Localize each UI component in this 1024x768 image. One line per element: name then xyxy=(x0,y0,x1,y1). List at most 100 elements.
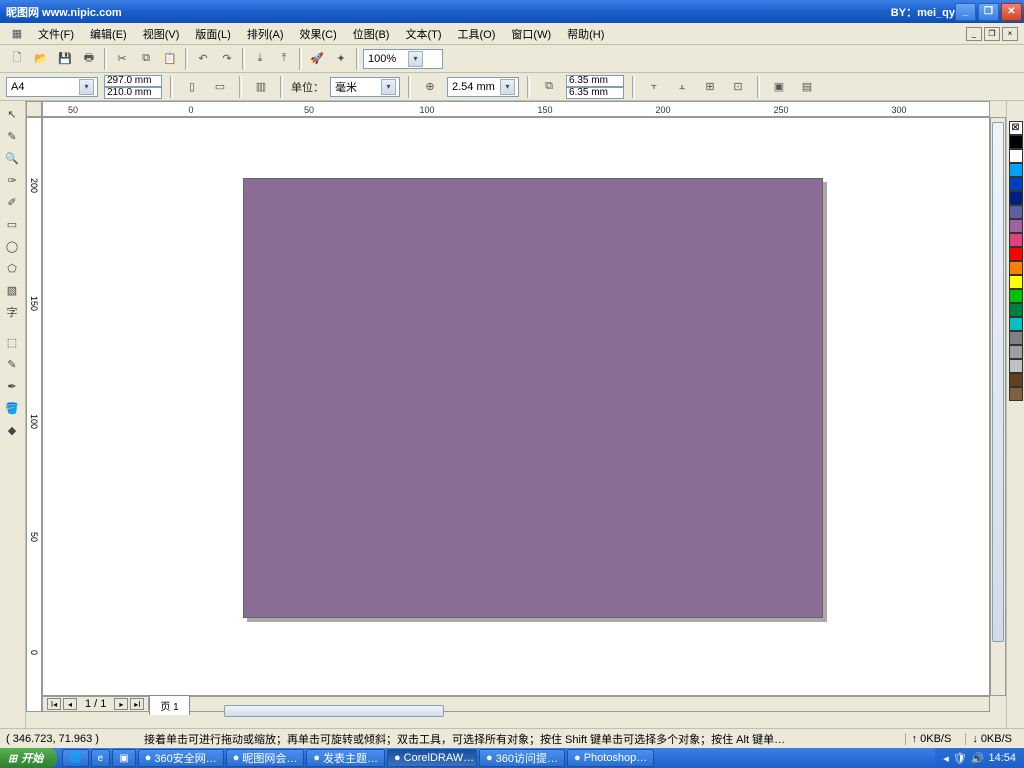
no-fill-swatch[interactable]: ⊠ xyxy=(1009,121,1023,135)
color-swatch[interactable] xyxy=(1009,177,1023,191)
zoom-tool[interactable]: 🔍 xyxy=(0,147,24,169)
taskbar-item[interactable]: ●昵图网会… xyxy=(226,749,305,767)
chevron-down-icon[interactable]: ▾ xyxy=(79,79,94,95)
export-icon[interactable]: ⤒ xyxy=(273,48,295,70)
portrait-icon[interactable]: ▯ xyxy=(181,76,203,98)
pages-icon[interactable]: ▥ xyxy=(250,76,272,98)
menu-A[interactable]: 排列(A) xyxy=(239,24,292,44)
tray-icon[interactable]: 🔊 xyxy=(971,752,985,765)
menu-W[interactable]: 窗口(W) xyxy=(503,24,559,44)
zoom-combo[interactable]: ▾ xyxy=(363,49,443,69)
mdi-minimize[interactable]: _ xyxy=(966,27,982,41)
color-swatch[interactable] xyxy=(1009,317,1023,331)
color-swatch[interactable] xyxy=(1009,205,1023,219)
text-tool[interactable]: 字 xyxy=(0,301,24,323)
app-launch-icon[interactable]: 🚀 xyxy=(306,48,328,70)
drawing-canvas[interactable] xyxy=(42,117,990,696)
basic-shapes-tool[interactable]: ▧ xyxy=(0,279,24,301)
nudge-input[interactable]: ▾ xyxy=(447,77,519,97)
snap3-icon[interactable]: ⊞ xyxy=(699,76,721,98)
open-icon[interactable]: 📂 xyxy=(30,48,52,70)
unit-input[interactable] xyxy=(335,81,381,93)
unit-combo[interactable]: ▾ xyxy=(330,77,400,97)
snap4-icon[interactable]: ⊡ xyxy=(727,76,749,98)
menu-F[interactable]: 文件(F) xyxy=(30,24,82,44)
ellipse-tool[interactable]: ◯ xyxy=(0,235,24,257)
pick-tool[interactable]: ↖ xyxy=(0,103,24,125)
maximize-button[interactable]: ❐ xyxy=(978,3,999,21)
outline-tool[interactable]: ✒ xyxy=(0,375,24,397)
tray-icon[interactable]: ◂ xyxy=(943,752,949,765)
next-page-button[interactable]: ▸ xyxy=(114,698,128,710)
color-swatch[interactable] xyxy=(1009,373,1023,387)
close-button[interactable]: ✕ xyxy=(1001,3,1022,21)
interactive-tool[interactable]: ⬚ xyxy=(0,331,24,353)
quicklaunch[interactable]: e xyxy=(91,749,111,767)
taskbar-item[interactable]: ●360访问提… xyxy=(479,749,565,767)
menu-V[interactable]: 视图(V) xyxy=(135,24,188,44)
page-width-input[interactable] xyxy=(104,75,162,87)
menu-C[interactable]: 效果(C) xyxy=(292,24,345,44)
chevron-down-icon[interactable]: ▾ xyxy=(408,51,423,67)
undo-icon[interactable]: ↶ xyxy=(192,48,214,70)
snap-icon[interactable]: ⫟ xyxy=(643,76,665,98)
new-icon[interactable]: 🗋 xyxy=(6,48,28,70)
color-swatch[interactable] xyxy=(1009,233,1023,247)
start-button[interactable]: ⊞ 开始 xyxy=(0,748,57,768)
corel-online-icon[interactable]: ✦ xyxy=(330,48,352,70)
dup-x-input[interactable] xyxy=(566,75,624,87)
color-swatch[interactable] xyxy=(1009,163,1023,177)
horizontal-ruler[interactable]: 50050100150200250300350 xyxy=(42,101,990,117)
minimize-button[interactable]: _ xyxy=(955,3,976,21)
cut-icon[interactable]: ✂ xyxy=(111,48,133,70)
color-swatch[interactable] xyxy=(1009,219,1023,233)
paste-icon[interactable]: 📋 xyxy=(159,48,181,70)
page-tab[interactable]: 页 1 xyxy=(149,695,189,715)
chevron-down-icon[interactable]: ▾ xyxy=(381,79,396,95)
option2-icon[interactable]: ▤ xyxy=(796,76,818,98)
quicklaunch[interactable]: ▣ xyxy=(112,749,135,767)
purple-rectangle-object[interactable] xyxy=(243,178,823,618)
color-swatch[interactable] xyxy=(1009,149,1023,163)
vertical-scrollbar[interactable] xyxy=(990,117,1006,696)
color-swatch[interactable] xyxy=(1009,331,1023,345)
polygon-tool[interactable]: ⬠ xyxy=(0,257,24,279)
taskbar-item[interactable]: ●发表主题… xyxy=(306,749,385,767)
menu-H[interactable]: 帮助(H) xyxy=(559,24,612,44)
shape-tool[interactable]: ✎ xyxy=(0,125,24,147)
dup-y-input[interactable] xyxy=(566,87,624,99)
taskbar-item[interactable]: ●CorelDRAW… xyxy=(387,749,477,767)
color-swatch[interactable] xyxy=(1009,275,1023,289)
color-swatch[interactable] xyxy=(1009,345,1023,359)
eyedropper-tool[interactable]: ✎ xyxy=(0,353,24,375)
color-swatch[interactable] xyxy=(1009,191,1023,205)
redo-icon[interactable]: ↷ xyxy=(216,48,238,70)
tray-icon[interactable]: 🛡 xyxy=(953,752,967,765)
hscroll-thumb[interactable] xyxy=(224,705,444,717)
landscape-icon[interactable]: ▭ xyxy=(209,76,231,98)
menu-T[interactable]: 文本(T) xyxy=(397,24,449,44)
zoom-input[interactable] xyxy=(368,53,408,65)
save-icon[interactable]: 💾 xyxy=(54,48,76,70)
option1-icon[interactable]: ▣ xyxy=(768,76,790,98)
color-swatch[interactable] xyxy=(1009,303,1023,317)
papersize-combo[interactable]: ▾ xyxy=(6,77,98,97)
vscroll-thumb[interactable] xyxy=(992,122,1004,642)
taskbar-item[interactable]: ●360安全网… xyxy=(138,749,224,767)
print-icon[interactable]: 🖶 xyxy=(78,48,100,70)
menu-O[interactable]: 工具(O) xyxy=(450,24,504,44)
menu-L[interactable]: 版面(L) xyxy=(187,24,238,44)
vertical-ruler[interactable]: 200150100500 xyxy=(26,117,42,712)
fill-tool[interactable]: 🪣 xyxy=(0,397,24,419)
system-tray[interactable]: ◂ 🛡 🔊 14:54 xyxy=(935,748,1024,768)
menu-E[interactable]: 编辑(E) xyxy=(82,24,135,44)
quicklaunch[interactable]: 🌐 xyxy=(62,749,88,767)
color-swatch[interactable] xyxy=(1009,247,1023,261)
color-swatch[interactable] xyxy=(1009,261,1023,275)
interactive-fill-tool[interactable]: ◆ xyxy=(0,419,24,441)
color-swatch[interactable] xyxy=(1009,289,1023,303)
import-icon[interactable]: ⤓ xyxy=(249,48,271,70)
prev-page-button[interactable]: ◂ xyxy=(63,698,77,710)
mdi-close[interactable]: × xyxy=(1002,27,1018,41)
menu-B[interactable]: 位图(B) xyxy=(345,24,398,44)
